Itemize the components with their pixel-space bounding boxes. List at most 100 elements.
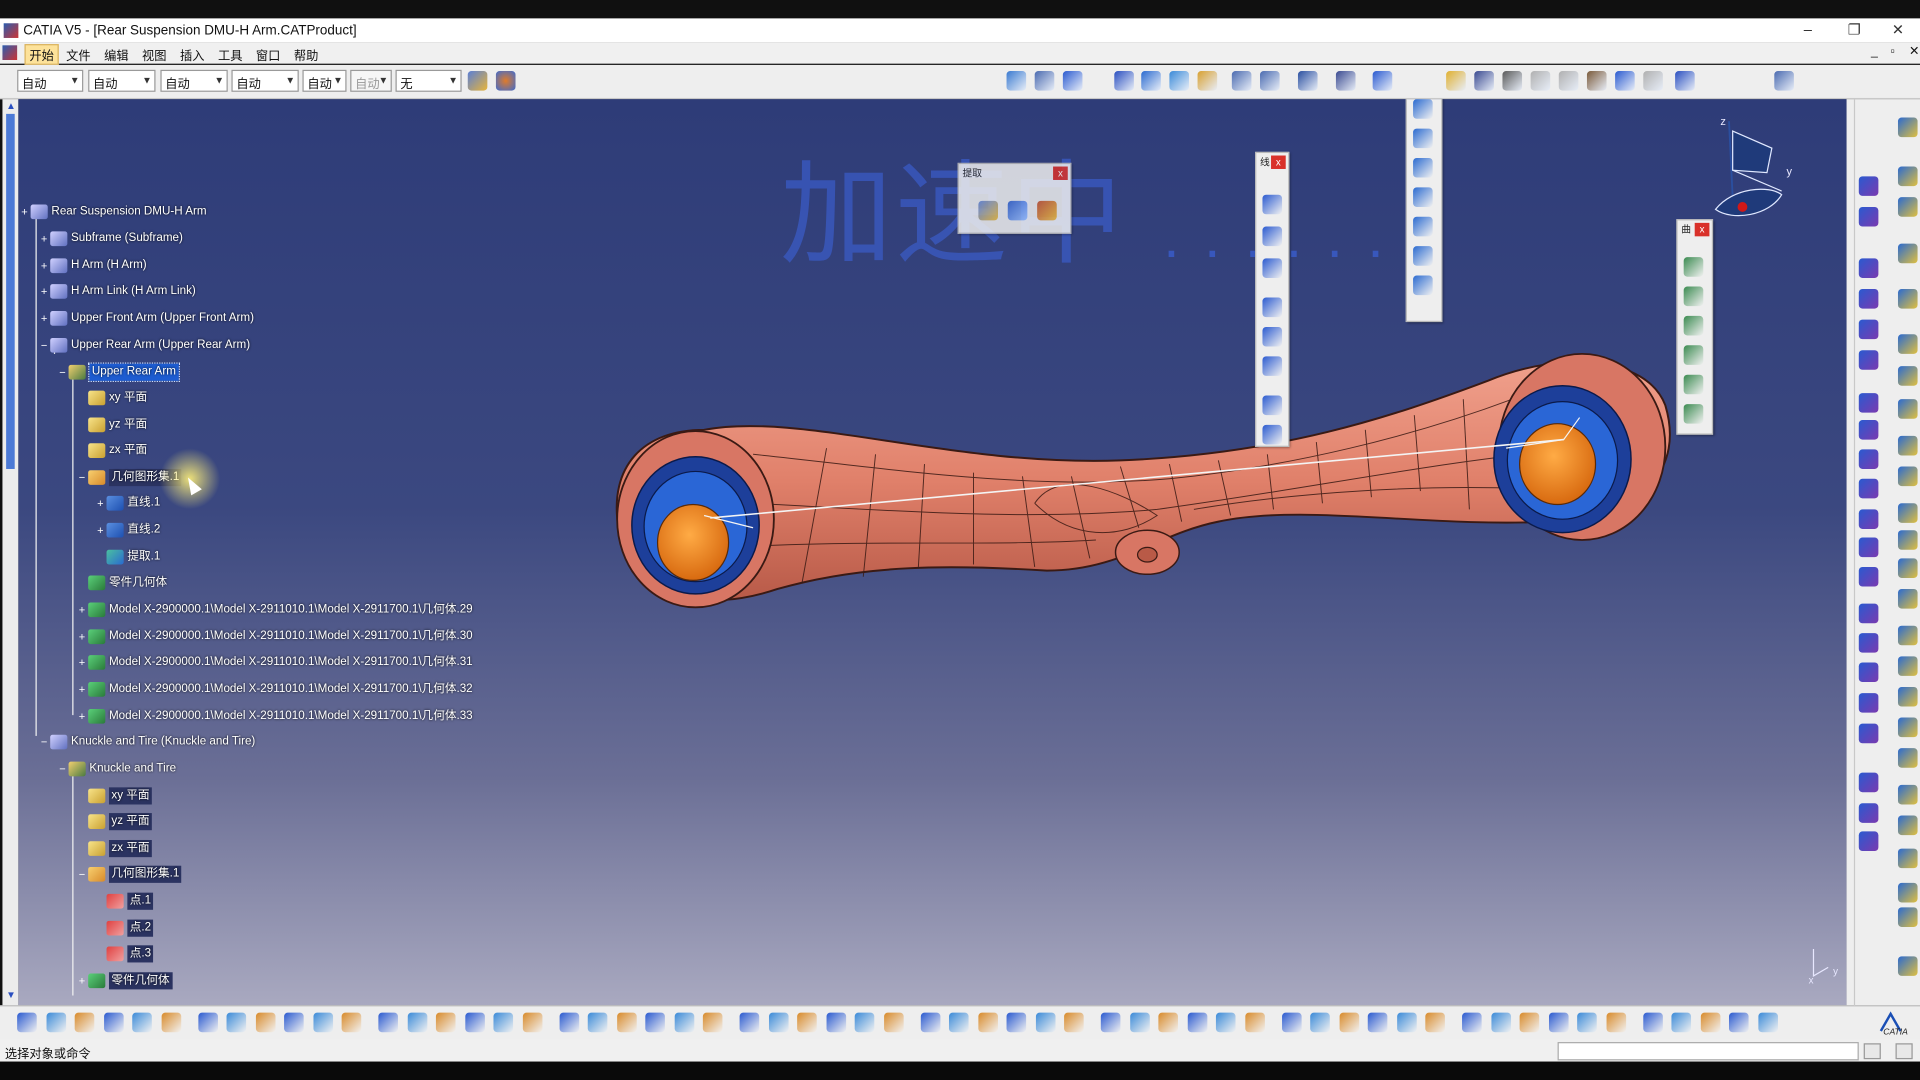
expand-icon[interactable]: +: [39, 313, 49, 324]
scroll-up-icon[interactable]: ▲: [6, 100, 16, 111]
remove-face-icon[interactable]: [1858, 566, 1879, 587]
expand-icon[interactable]: +: [39, 233, 49, 244]
shell-icon[interactable]: [1897, 588, 1918, 609]
zoom-area-icon[interactable]: [1338, 1012, 1359, 1033]
select-icon[interactable]: [1897, 686, 1918, 707]
expand-icon[interactable]: +: [77, 975, 87, 986]
minimize-button[interactable]: –: [1804, 21, 1812, 38]
formula-icon[interactable]: [1858, 319, 1879, 340]
document-icon[interactable]: [2, 45, 18, 61]
scaling-icon[interactable]: [1858, 449, 1879, 469]
properties-icon[interactable]: [495, 71, 516, 91]
light-icon[interactable]: [558, 1012, 579, 1033]
collapse-icon[interactable]: −: [58, 763, 68, 774]
table-icon[interactable]: [103, 1012, 124, 1033]
join-icon[interactable]: [1413, 99, 1433, 119]
grid2-icon[interactable]: [1158, 1012, 1178, 1033]
chamfer-icon[interactable]: [1858, 693, 1879, 713]
extract-icon[interactable]: [978, 200, 998, 221]
knowledge-icon[interactable]: [1548, 1012, 1568, 1033]
restore-button[interactable]: ❐: [1848, 21, 1861, 38]
expand-icon[interactable]: +: [77, 604, 87, 615]
draft-icon[interactable]: [1897, 558, 1918, 578]
design-table-icon[interactable]: [1642, 1012, 1663, 1033]
scroll-thumb[interactable]: [6, 113, 15, 469]
translate-icon[interactable]: [1413, 246, 1433, 266]
align-icon[interactable]: [1187, 1012, 1207, 1033]
vertical-scrollbar[interactable]: ▲ ▼: [2, 99, 19, 1006]
line-thickness-combo[interactable]: 自动 ▼: [160, 69, 228, 92]
fill-icon[interactable]: [1683, 345, 1704, 365]
rendering-style-combo[interactable]: 自动 ▼: [350, 69, 392, 92]
law-icon[interactable]: [1671, 1012, 1692, 1033]
expand-icon[interactable]: +: [39, 286, 49, 297]
chamfer-icon[interactable]: [1897, 530, 1918, 550]
measure-icon[interactable]: [797, 1012, 817, 1033]
copy-icon[interactable]: [1558, 71, 1579, 91]
filter-icon[interactable]: [1244, 1012, 1265, 1033]
curvature-icon[interactable]: [1035, 1012, 1055, 1033]
command-input[interactable]: [1557, 1042, 1859, 1061]
distance-icon[interactable]: [883, 1012, 904, 1033]
formula-icon[interactable]: [1519, 1012, 1540, 1033]
tool-icon[interactable]: [1367, 1012, 1388, 1033]
thickness-icon[interactable]: [1858, 537, 1879, 558]
tree-icon[interactable]: [948, 1012, 969, 1033]
view-mode-icon[interactable]: [1297, 71, 1318, 91]
status-button-1[interactable]: [1863, 1043, 1881, 1060]
point-tool-icon[interactable]: [1114, 71, 1134, 91]
normal-view-icon[interactable]: [378, 1012, 398, 1033]
shell-icon[interactable]: [1858, 772, 1879, 793]
menu-window[interactable]: 窗口: [256, 45, 280, 63]
workbench-icon[interactable]: [1897, 656, 1918, 676]
zoom-in-icon[interactable]: [312, 1012, 333, 1033]
fit-all-icon[interactable]: [1728, 1012, 1749, 1033]
stack-icon[interactable]: [1425, 1012, 1445, 1033]
blend-icon[interactable]: [1683, 404, 1704, 424]
split-body-icon[interactable]: [1858, 803, 1879, 823]
section-icon[interactable]: [825, 1012, 846, 1033]
expand-icon[interactable]: +: [96, 525, 106, 536]
catalog-icon[interactable]: [1700, 1012, 1720, 1033]
fit-icon[interactable]: [1462, 1012, 1482, 1033]
design-table-icon[interactable]: [132, 1012, 152, 1033]
redo-icon[interactable]: [1643, 71, 1663, 91]
menu-insert[interactable]: 插入: [180, 45, 204, 63]
color-combo[interactable]: 自动 ▼: [17, 69, 84, 92]
measure-icon[interactable]: [1897, 717, 1918, 738]
cube-icon[interactable]: [1310, 1012, 1330, 1033]
pattern-icon[interactable]: [1858, 393, 1879, 413]
formula-icon[interactable]: [1897, 784, 1918, 805]
affinity-icon[interactable]: [1897, 334, 1918, 354]
expand-icon[interactable]: +: [20, 206, 30, 217]
sphere-icon[interactable]: [1683, 315, 1704, 336]
pan-icon[interactable]: [255, 1012, 275, 1033]
shape-icon[interactable]: [1490, 1012, 1511, 1033]
point-icon[interactable]: [1262, 194, 1283, 215]
plane-system-icon[interactable]: [1897, 815, 1918, 836]
plane-system-icon[interactable]: [1858, 350, 1879, 370]
material-icon[interactable]: [587, 1012, 608, 1033]
compass-icon[interactable]: [1714, 121, 1783, 217]
3d-viewport[interactable]: z y x y + Rear Suspension DMU-H Arm + Subfr…: [18, 99, 1847, 1006]
symmetry-icon[interactable]: [1897, 197, 1918, 217]
collapse-icon[interactable]: −: [77, 869, 87, 880]
remove-face-icon[interactable]: [1897, 399, 1918, 419]
transparency-combo[interactable]: 自动 ▼: [88, 69, 156, 92]
compass-tool-icon[interactable]: [1372, 71, 1393, 91]
annotation-icon[interactable]: [1858, 288, 1879, 309]
parameter-icon[interactable]: [74, 1012, 95, 1033]
print-icon[interactable]: [1502, 71, 1523, 91]
update-icon[interactable]: [977, 1012, 998, 1033]
expand-icon[interactable]: +: [77, 657, 87, 668]
fit-all-icon[interactable]: [226, 1012, 247, 1033]
plane-icon[interactable]: [1262, 258, 1283, 278]
whats-this-icon[interactable]: [1062, 71, 1083, 91]
expand-icon[interactable]: +: [77, 684, 87, 695]
thickness-icon[interactable]: [1897, 366, 1918, 386]
collapse-icon[interactable]: −: [39, 340, 49, 351]
expand-icon[interactable]: +: [96, 498, 106, 509]
menu-file[interactable]: 文件: [66, 45, 90, 63]
trim-icon[interactable]: [1413, 157, 1433, 178]
spline-icon[interactable]: [1262, 424, 1283, 445]
